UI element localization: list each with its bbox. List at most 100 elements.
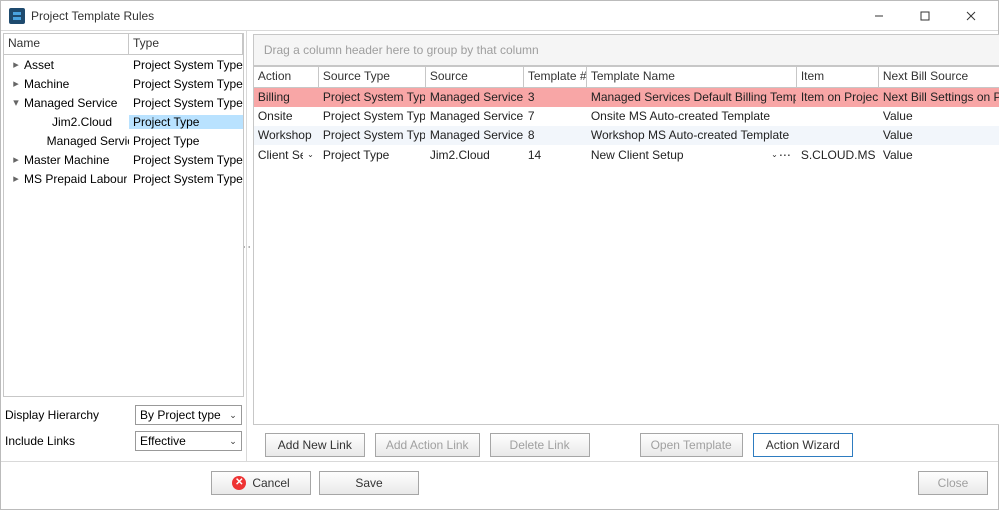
grid-cell-next_bill: Value <box>879 126 999 145</box>
grid-cell-template_num: 7 <box>524 107 587 126</box>
open-template-button[interactable]: Open Template <box>640 433 743 457</box>
add-new-link-button[interactable]: Add New Link <box>265 433 365 457</box>
delete-link-button[interactable]: Delete Link <box>490 433 590 457</box>
close-window-button[interactable] <box>948 1 994 31</box>
expand-icon[interactable]: ▸ <box>10 58 22 71</box>
cancel-button[interactable]: ✕ Cancel <box>211 471 311 495</box>
left-pane: Name Type ▸AssetProject System Type▸Mach… <box>1 31 247 461</box>
tree-rows: ▸AssetProject System Type▸MachineProject… <box>4 55 243 396</box>
grid-cell-action[interactable]: Client Se⌄ <box>254 145 319 164</box>
minimize-button[interactable] <box>856 1 902 31</box>
include-links-select[interactable]: Effective ⌄ <box>135 431 242 451</box>
chevron-down-icon[interactable]: ⌄ <box>307 150 314 159</box>
right-pane: Drag a column header here to group by th… <box>253 31 999 461</box>
grid-cell-next_bill: Next Bill Settings on Project <box>879 88 999 107</box>
grid-header-template-num[interactable]: Template # <box>524 67 587 87</box>
grid-header-action[interactable]: Action <box>254 67 319 87</box>
grid-cell-item <box>797 126 879 145</box>
window-title: Project Template Rules <box>31 9 154 23</box>
tree-row-type: Project System Type <box>129 77 243 91</box>
tree-row-label: Managed Service <box>22 96 117 110</box>
tree-row[interactable]: ▸Master Machine Project System Type <box>4 150 243 169</box>
include-links-label: Include Links <box>5 434 135 448</box>
grid-row[interactable]: WorkshopProject System TypeManaged Servi… <box>254 126 999 145</box>
grid: Action Source Type Source Template # Tem… <box>253 66 999 425</box>
grid-cell-template_name: Workshop MS Auto-created Template <box>587 126 797 145</box>
cancel-icon: ✕ <box>232 476 246 490</box>
app-icon <box>9 8 25 24</box>
include-links-value: Effective <box>140 434 186 448</box>
grid-cell-next_bill: Value <box>879 107 999 126</box>
tree-row-type: Project System Type <box>129 172 243 186</box>
grid-cell-item: Item on Project <box>797 88 879 107</box>
group-by-area[interactable]: Drag a column header here to group by th… <box>253 34 999 66</box>
tree-row-label: Managed Service <box>45 134 129 148</box>
grid-cell-action: Workshop <box>254 126 319 145</box>
tree-row[interactable]: Managed ServiceProject Type <box>4 131 243 150</box>
grid-cell-source: Managed Service <box>426 88 524 107</box>
ellipsis-button[interactable]: ⋯ <box>778 148 792 162</box>
grid-row[interactable]: OnsiteProject System TypeManaged Service… <box>254 107 999 126</box>
tree-row-label: MS Prepaid Labour <box>22 172 127 186</box>
footer: ✕ Cancel Save Close <box>1 461 998 503</box>
grid-cell-source_type[interactable]: Project Type <box>319 145 426 164</box>
grid-cell-template_name: Managed Services Default Billing Templat… <box>587 88 797 107</box>
tree-row[interactable]: ▸Asset Project System Type <box>4 55 243 74</box>
chevron-down-icon[interactable]: ⌄ <box>771 150 778 159</box>
tree-row[interactable]: ▾Managed ServiceProject System Type <box>4 93 243 112</box>
display-hierarchy-label: Display Hierarchy <box>5 408 135 422</box>
titlebar: Project Template Rules <box>1 1 998 31</box>
grid-header-item[interactable]: Item <box>797 67 879 87</box>
tree-header-name[interactable]: Name <box>4 34 129 54</box>
save-button[interactable]: Save <box>319 471 419 495</box>
display-hierarchy-select[interactable]: By Project type ⌄ <box>135 405 242 425</box>
grid-cell-template_num: 8 <box>524 126 587 145</box>
grid-row[interactable]: BillingProject System TypeManaged Servic… <box>254 88 999 107</box>
close-button[interactable]: Close <box>918 471 988 495</box>
tree-header: Name Type <box>4 34 243 55</box>
grid-cell-source: Managed Service <box>426 126 524 145</box>
grid-cell-source[interactable]: Jim2.Cloud <box>426 145 524 164</box>
grid-cell-source_type: Project System Type <box>319 126 426 145</box>
action-wizard-button[interactable]: Action Wizard <box>753 433 853 457</box>
grid-cell-template_name: Onsite MS Auto-created Template <box>587 107 797 126</box>
tree-row-type: Project System Type <box>129 58 243 72</box>
grid-body: BillingProject System TypeManaged Servic… <box>254 88 999 424</box>
tree-row-label: Master Machine <box>22 153 109 167</box>
grid-buttons: Add New Link Add Action Link Delete Link… <box>253 425 999 461</box>
tree-row-label: Jim2.Cloud <box>50 115 112 129</box>
grid-cell-next_bill[interactable]: Value⌄ <box>879 145 999 164</box>
grid-cell-action: Onsite <box>254 107 319 126</box>
tree-row-label: Asset <box>22 58 54 72</box>
grid-cell-template_num[interactable]: 14 <box>524 145 587 164</box>
grid-cell-template_name[interactable]: New Client Setup⌄⋯ <box>587 145 797 164</box>
left-controls: Display Hierarchy By Project type ⌄ Incl… <box>1 399 246 461</box>
grid-cell-source_type: Project System Type <box>319 107 426 126</box>
collapse-icon[interactable]: ▾ <box>10 96 22 109</box>
tree-row[interactable]: ▸MS Prepaid LabourProject System Type <box>4 169 243 188</box>
grid-header-source-type[interactable]: Source Type <box>319 67 426 87</box>
grid-header-template-name[interactable]: Template Name <box>587 67 797 87</box>
expand-icon[interactable]: ▸ <box>10 77 22 90</box>
cancel-label: Cancel <box>252 476 289 490</box>
tree-header-type[interactable]: Type <box>129 34 243 54</box>
tree-row[interactable]: Jim2.CloudProject Type <box>4 112 243 131</box>
chevron-down-icon: ⌄ <box>229 410 237 421</box>
expand-icon[interactable]: ▸ <box>10 172 22 185</box>
display-hierarchy-value: By Project type <box>140 408 221 422</box>
grid-cell-source_type: Project System Type <box>319 88 426 107</box>
tree-row-label: Machine <box>22 77 69 91</box>
add-action-link-button[interactable]: Add Action Link <box>375 433 480 457</box>
grid-cell-template_num: 3 <box>524 88 587 107</box>
grid-header-next-bill[interactable]: Next Bill Source <box>879 67 999 87</box>
grid-header: Action Source Type Source Template # Tem… <box>254 67 999 88</box>
grid-row[interactable]: Client Se⌄Project TypeJim2.Cloud14New Cl… <box>254 145 999 164</box>
tree-row[interactable]: ▸Machine Project System Type <box>4 74 243 93</box>
tree-row-type: Project System Type <box>129 153 243 167</box>
maximize-button[interactable] <box>902 1 948 31</box>
grid-cell-item[interactable]: S.CLOUD.MS <box>797 145 879 164</box>
expand-icon[interactable]: ▸ <box>10 153 22 166</box>
chevron-down-icon: ⌄ <box>229 436 237 447</box>
grid-header-source[interactable]: Source <box>426 67 524 87</box>
grid-cell-item <box>797 107 879 126</box>
